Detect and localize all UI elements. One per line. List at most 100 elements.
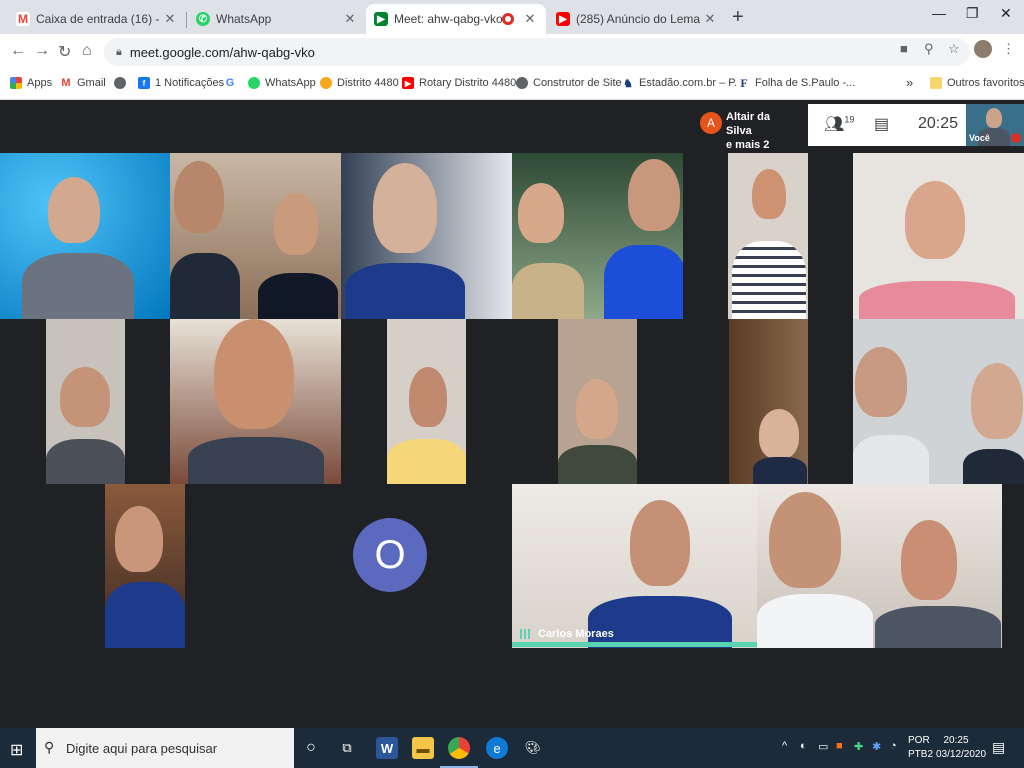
close-tab-icon[interactable]: ✕ (522, 11, 538, 27)
back-icon[interactable]: ← (10, 42, 26, 60)
close-tab-icon[interactable]: ✕ (162, 11, 178, 27)
menu-dots-icon[interactable]: ⋮ (1002, 41, 1015, 57)
video-tile[interactable] (0, 153, 170, 319)
video-tile[interactable] (512, 153, 683, 319)
participant-body (963, 449, 1024, 484)
notification-center-icon[interactable]: ▤ (992, 739, 1005, 756)
participants-button[interactable]: 👥︎19 (824, 114, 854, 134)
edge-icon[interactable]: e (486, 737, 508, 759)
bookmark-estadao[interactable]: ♞ Estadão.com.br – P... (622, 77, 743, 90)
other-bookmarks[interactable]: Outros favoritos (930, 77, 1024, 89)
gmail-icon: M (60, 77, 72, 89)
bookmark-gmail[interactable]: M Gmail (60, 77, 106, 89)
paint-icon[interactable]: 🎨︎ (522, 737, 544, 759)
file-explorer-icon[interactable]: ▬ (412, 737, 434, 759)
participant-face (576, 379, 618, 439)
reload-icon[interactable]: ↻ (58, 42, 71, 62)
show-hidden-icons[interactable]: ^ (782, 740, 787, 752)
video-tile[interactable] (558, 319, 637, 484)
video-tile-speaker[interactable]: Carlos Moraes (512, 484, 757, 648)
bluetooth-icon[interactable]: ✱ (872, 740, 881, 753)
camera-icon[interactable]: ■ (900, 41, 908, 56)
system-clock[interactable]: 20:25 03/12/2020 (936, 734, 986, 762)
address-bar[interactable]: 🔒︎ meet.google.com/ahw-qabg-vko (104, 38, 970, 66)
tab-youtube[interactable]: ▶ (285) Anúncio do Lema 2020-21 ✕ (548, 4, 726, 34)
tab-meet[interactable]: ▶ Meet: ahw-qabg-vko ✕ (366, 4, 546, 34)
home-icon[interactable]: ⌂ (82, 42, 92, 60)
bookmark-whatsapp[interactable]: WhatsApp (248, 77, 316, 89)
participant-face (115, 506, 163, 572)
bookmark-facebook[interactable]: f 1 Notificações (138, 77, 224, 89)
bookmark-google[interactable]: G (224, 77, 241, 89)
task-view-icon[interactable]: ⧉ (336, 737, 358, 759)
video-tile[interactable] (853, 319, 1024, 484)
participant-face (905, 181, 965, 259)
video-tile[interactable] (757, 484, 1002, 648)
input-language[interactable]: POR PTB2 (908, 734, 933, 762)
restore-icon[interactable]: ❐ (966, 5, 979, 22)
chrome-icon[interactable] (448, 737, 470, 759)
participant-body (859, 281, 1015, 319)
bookmark-distrito[interactable]: Distrito 4480 (320, 77, 399, 89)
participant-body (22, 253, 134, 319)
video-tile[interactable] (341, 153, 512, 319)
participant-body (170, 253, 240, 319)
lock-icon: 🔒︎ (116, 45, 122, 58)
wifi-icon[interactable]: ◔ (890, 740, 897, 752)
video-tile[interactable] (105, 484, 185, 648)
participant-body (604, 245, 683, 319)
bookmark-folha[interactable]: F Folha de S.Paulo -... (738, 76, 855, 90)
taskbar-search[interactable]: ⚲ Digite aqui para pesquisar (36, 728, 294, 768)
tray-green-icon[interactable]: ✚ (854, 740, 863, 753)
video-tile[interactable] (46, 319, 125, 484)
forward-icon[interactable]: → (34, 42, 50, 60)
globe-icon (114, 77, 126, 89)
participant-body (757, 594, 873, 648)
video-tile[interactable] (853, 153, 1024, 319)
video-tile-camera-off[interactable] (185, 484, 512, 648)
video-tile[interactable] (729, 319, 808, 484)
participant-body (853, 435, 929, 484)
speaker-name-label: Carlos Moraes (520, 628, 614, 640)
bookmarks-overflow[interactable]: » (906, 75, 913, 90)
facebook-icon: f (138, 77, 150, 89)
new-tab-icon[interactable]: + (732, 6, 744, 29)
participant-body (732, 241, 806, 319)
windows-start-icon[interactable]: ⊞ (10, 740, 23, 760)
word-icon[interactable]: W (376, 737, 398, 759)
chat-icon[interactable]: ▤ (874, 114, 889, 134)
tab-gmail[interactable]: M Caixa de entrada (16) - jlpavam@ ✕ (8, 4, 186, 34)
star-icon[interactable]: ☆ (948, 41, 960, 57)
tab-whatsapp[interactable]: ✆ WhatsApp ✕ (188, 4, 366, 34)
profile-avatar[interactable] (974, 40, 992, 58)
bookmark-construtor[interactable]: Construtor de Sites (516, 77, 627, 89)
participant-body (46, 439, 125, 484)
audio-level-icon (520, 629, 532, 639)
video-tile[interactable] (387, 319, 466, 484)
bookmark-apps[interactable]: Apps (10, 77, 52, 89)
estadao-icon: ♞ (622, 77, 634, 90)
participant-face (986, 108, 1002, 128)
tray-orange-icon[interactable]: ■ (836, 740, 843, 752)
self-view-tile[interactable]: Você (966, 104, 1024, 146)
folha-icon: F (738, 76, 750, 90)
minimize-icon[interactable]: — (932, 5, 946, 21)
video-tile[interactable] (728, 153, 808, 319)
tab-separator (186, 12, 187, 28)
zoom-icon[interactable]: ⚲ (924, 41, 934, 57)
active-speaker-bar (512, 642, 757, 647)
apps-grid-icon (10, 77, 22, 89)
mic-off-icon (1011, 133, 1021, 143)
tray-app-icon[interactable]: ◐ (800, 740, 807, 752)
close-tab-icon[interactable]: ✕ (702, 11, 718, 27)
video-tile[interactable] (170, 153, 341, 319)
bookmark-globe[interactable] (114, 77, 131, 89)
participant-body (875, 606, 1001, 648)
close-tab-icon[interactable]: ✕ (342, 11, 358, 27)
close-window-icon[interactable]: ✕ (1000, 5, 1012, 22)
bookmark-rotary-youtube[interactable]: ▶ Rotary Distrito 4480... (402, 77, 525, 89)
battery-icon[interactable]: ▭ (818, 740, 828, 753)
youtube-icon: ▶ (556, 12, 570, 26)
cortana-icon[interactable]: ○ (300, 737, 322, 759)
video-tile[interactable] (170, 319, 341, 484)
